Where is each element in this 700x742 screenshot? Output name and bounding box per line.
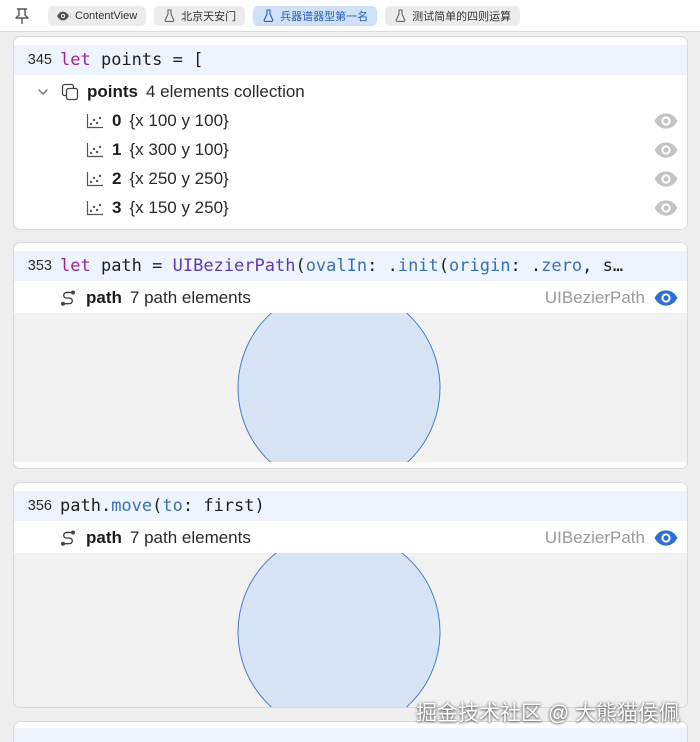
item-index: 0	[112, 110, 122, 130]
item-index: 1	[112, 139, 122, 159]
result-card-points: 345 let points = [ points 4 elements col…	[13, 36, 688, 230]
tab-arithmetic-test[interactable]: 测试简单的四则运算	[385, 5, 521, 26]
item-value: {x 250 y 250}	[129, 168, 229, 188]
result-description: 4 elements collection	[146, 81, 305, 101]
tab-label: 测试简单的四则运算	[412, 10, 512, 23]
collection-item-row[interactable]: 0 {x 100 y 100}	[14, 106, 687, 135]
code-line: 353 let path = UIBezierPath(ovalIn: .ini…	[14, 251, 687, 281]
code-line: 345 let points = [	[14, 45, 687, 75]
bezier-path-icon	[58, 528, 78, 548]
tab-label: 兵器谱器型第一名	[280, 10, 369, 23]
code-text: let path = UIBezierPath(ovalIn: .init(or…	[60, 256, 624, 276]
flask-icon	[261, 9, 275, 23]
tab-contentview[interactable]: ContentView	[48, 5, 147, 26]
eye-icon	[56, 9, 70, 23]
oval-shape	[237, 553, 441, 707]
path-summary-row[interactable]: path 7 path elements UIBezierPath	[14, 283, 687, 312]
code-text: let points = [	[60, 50, 204, 70]
result-type: UIBezierPath	[544, 287, 645, 307]
result-type: UIBezierPath	[544, 527, 645, 547]
item-value: {x 300 y 100}	[129, 139, 229, 159]
eye-icon[interactable]	[653, 112, 679, 130]
result-card-path-oval: 353 let path = UIBezierPath(ovalIn: .ini…	[13, 242, 688, 469]
flask-icon	[162, 9, 176, 23]
eye-icon[interactable]	[653, 141, 679, 159]
code-text: path.move(to: first)	[60, 496, 265, 516]
result-description: 7 path elements	[129, 527, 251, 547]
scatter-plot-icon	[85, 169, 105, 189]
tab-label: ContentView	[75, 9, 138, 22]
eye-icon[interactable]	[653, 289, 679, 307]
tab-bar: ContentView 北京天安门 兵器谱器型第一名 测试简单的四则运算	[0, 0, 700, 32]
eye-icon[interactable]	[653, 170, 679, 188]
item-index: 2	[112, 168, 122, 188]
path-preview	[14, 553, 687, 707]
item-value: {x 150 y 250}	[129, 197, 229, 217]
scatter-plot-icon	[85, 140, 105, 160]
collection-summary-row[interactable]: points 4 elements collection	[14, 77, 687, 106]
eye-icon[interactable]	[653, 529, 679, 547]
bezier-path-icon	[58, 288, 78, 308]
collection-item-row[interactable]: 3 {x 150 y 250}	[14, 193, 687, 222]
oval-shape	[237, 313, 441, 462]
result-name: path	[86, 527, 122, 547]
line-number: 353	[27, 258, 52, 274]
scatter-plot-icon	[85, 198, 105, 218]
tab-weapon-ranking[interactable]: 兵器谱器型第一名	[253, 5, 378, 26]
tab-label: 北京天安门	[181, 10, 237, 23]
result-name: points	[87, 81, 138, 101]
collection-icon	[60, 82, 80, 102]
collection-item-row[interactable]: 2 {x 250 y 250}	[14, 164, 687, 193]
item-value: {x 100 y 100}	[129, 110, 229, 130]
code-line	[14, 728, 687, 742]
item-index: 3	[112, 197, 122, 217]
line-number: 345	[27, 52, 52, 68]
path-preview	[14, 313, 687, 462]
tab-beijing-tiananmen[interactable]: 北京天安门	[154, 5, 246, 26]
flask-icon	[393, 9, 407, 23]
pin-icon[interactable]	[10, 4, 34, 28]
line-number: 356	[27, 498, 52, 514]
path-summary-row[interactable]: path 7 path elements UIBezierPath	[14, 523, 687, 552]
result-card-path-move: 356 path.move(to: first) path 7 path ele…	[13, 482, 688, 708]
code-line: 356 path.move(to: first)	[14, 491, 687, 521]
result-name: path	[86, 287, 122, 307]
result-description: 7 path elements	[129, 287, 251, 307]
eye-icon[interactable]	[653, 199, 679, 217]
chevron-down-icon[interactable]	[36, 85, 50, 99]
collection-item-row[interactable]: 1 {x 300 y 100}	[14, 135, 687, 164]
scatter-plot-icon	[85, 111, 105, 131]
watermark: 掘金技术社区 @ 大熊猫侯佩	[416, 702, 680, 725]
